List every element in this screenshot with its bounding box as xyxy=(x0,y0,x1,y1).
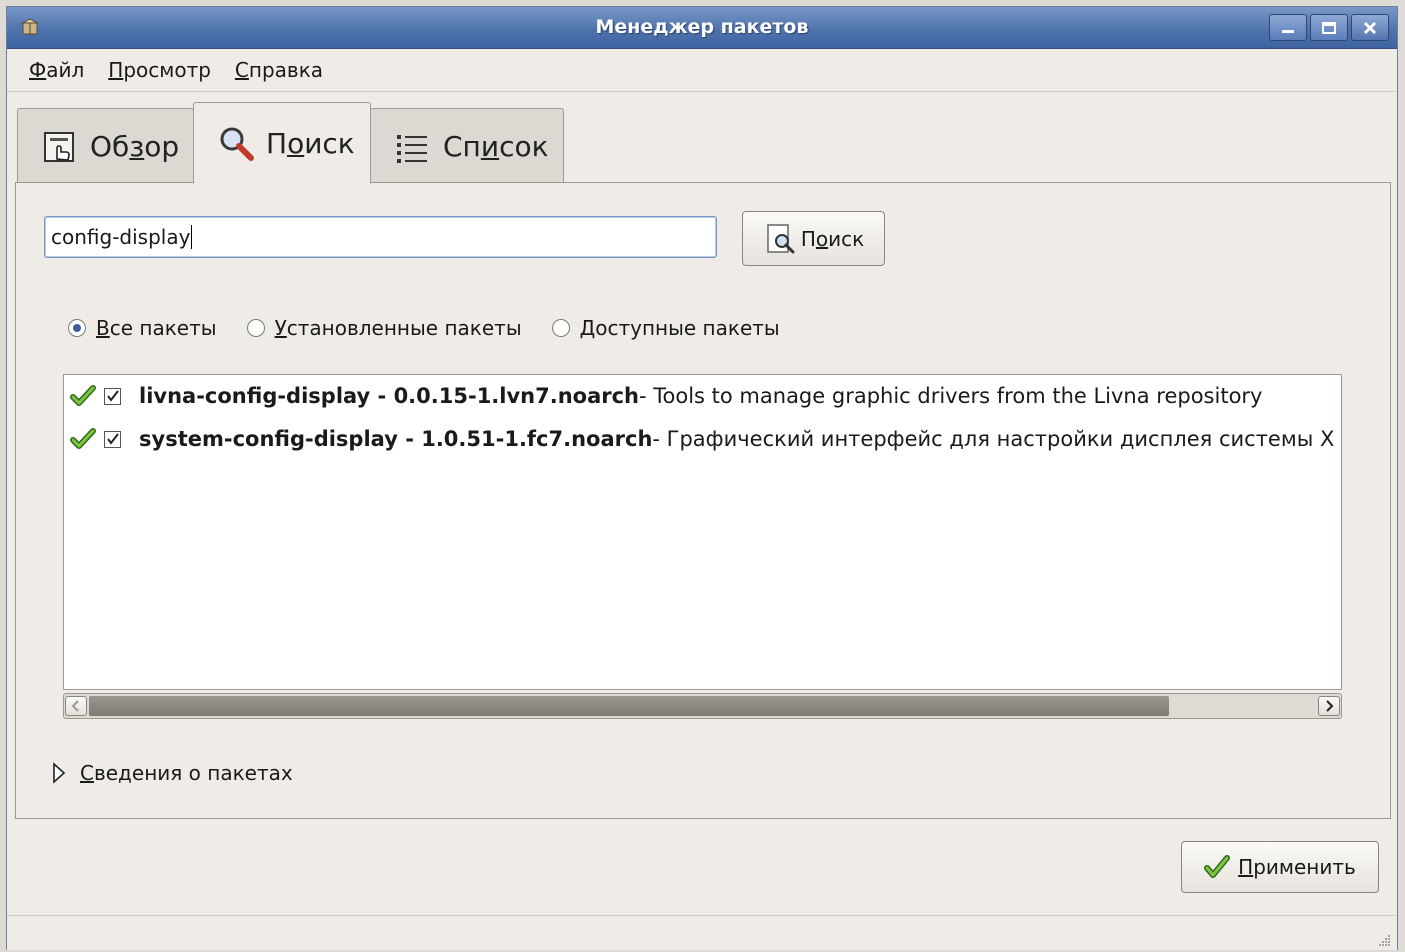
search-button-label: Поиск xyxy=(801,227,864,251)
menu-file-label: айл xyxy=(46,58,85,82)
package-list[interactable]: livna-config-display - 0.0.15-1.lvn7.noa… xyxy=(63,374,1342,690)
menu-view-label: росмотр xyxy=(123,58,211,82)
menu-view-mnemonic: П xyxy=(108,58,124,82)
menu-help-label: правка xyxy=(248,58,324,82)
radio-installed-mnemonic: У xyxy=(274,316,287,340)
radio-available-packages[interactable]: Доступные пакеты xyxy=(551,316,780,340)
checkmark-icon xyxy=(107,432,119,445)
package-checkbox[interactable] xyxy=(104,387,121,405)
minimize-icon xyxy=(1282,29,1294,33)
apply-text: рименить xyxy=(1253,855,1356,879)
search-input-value: config-display xyxy=(51,225,191,249)
radio-installed-label: Установленные пакеты xyxy=(275,316,522,340)
menu-bar: Файл Просмотр Справка xyxy=(7,49,1397,92)
search-input[interactable]: config-display xyxy=(44,216,717,258)
radio-all-label: Все пакеты xyxy=(96,316,217,340)
text-caret xyxy=(191,225,193,249)
radio-available-label: Доступные пакеты xyxy=(580,316,780,340)
radio-installed-text: становленные пакеты xyxy=(286,316,522,340)
tab-overview[interactable]: Обзор xyxy=(17,108,194,184)
radio-all-indicator[interactable] xyxy=(68,319,86,337)
tab-search-label: Поиск xyxy=(266,127,355,160)
horizontal-scrollbar[interactable] xyxy=(63,693,1342,719)
tab-list-label-start: Сп xyxy=(443,130,481,163)
package-filter: Все пакеты Установленные пакеты Доступны… xyxy=(68,316,810,340)
tab-search-label-end: иск xyxy=(304,126,355,160)
menu-help[interactable]: Справка xyxy=(235,58,323,82)
list-item[interactable]: system-config-display - 1.0.51-1.fc7.noa… xyxy=(70,424,1341,454)
search-button-mnemonic: о xyxy=(815,226,829,251)
apply-button-label: Применить xyxy=(1238,855,1356,879)
tab-list-label-end: сок xyxy=(499,130,549,163)
radio-available-text: оступные пакеты xyxy=(595,316,780,340)
tab-overview-label: Обзор xyxy=(90,130,179,163)
overview-icon xyxy=(44,131,74,162)
tab-list-mnemonic: и xyxy=(480,130,500,163)
close-button[interactable] xyxy=(1351,14,1389,41)
checkmark-icon xyxy=(107,389,119,402)
close-icon xyxy=(1363,21,1377,34)
tab-overview-label-start: Об xyxy=(90,130,130,163)
chevron-right-icon xyxy=(1326,700,1334,712)
radio-installed-packages[interactable]: Установленные пакеты xyxy=(246,316,522,340)
apply-button[interactable]: Применить xyxy=(1181,841,1379,893)
installed-check-icon xyxy=(70,385,96,406)
tab-list-label: Список xyxy=(443,130,549,163)
installed-check-icon xyxy=(70,428,96,449)
apply-check-icon xyxy=(1204,855,1231,878)
radio-all-packages[interactable]: Все пакеты xyxy=(68,316,217,340)
package-manager-window: Менеджер пакетов Файл Просмотр Справка О… xyxy=(6,6,1398,950)
resize-grip-icon[interactable] xyxy=(1375,932,1391,948)
search-button-label-start: П xyxy=(800,226,816,251)
search-button[interactable]: Поиск xyxy=(742,211,885,266)
radio-available-mnemonic: Д xyxy=(579,316,596,340)
radio-installed-indicator[interactable] xyxy=(246,319,265,337)
package-checkbox[interactable] xyxy=(104,430,121,448)
tab-search[interactable]: Поиск xyxy=(193,102,371,184)
package-details-text: ведения о пакетах xyxy=(93,761,293,785)
package-details-label: Сведения о пакетах xyxy=(80,761,293,785)
package-details-mnemonic: С xyxy=(80,761,94,785)
apply-mnemonic: П xyxy=(1238,855,1254,879)
tab-search-mnemonic: о xyxy=(287,126,305,160)
tab-list[interactable]: Список xyxy=(370,108,564,184)
scrollbar-thumb[interactable] xyxy=(89,696,1169,716)
minimize-button[interactable] xyxy=(1269,14,1307,41)
search-panel: config-display Поиск Все пакеты Установл… xyxy=(15,182,1391,819)
chevron-left-icon xyxy=(71,700,79,712)
menu-help-mnemonic: С xyxy=(234,58,249,82)
maximize-button[interactable] xyxy=(1310,14,1348,41)
tab-overview-mnemonic: з xyxy=(129,130,145,163)
package-details-expander[interactable]: Сведения о пакетах xyxy=(52,761,293,785)
status-bar xyxy=(7,915,1397,952)
scroll-right-button[interactable] xyxy=(1318,696,1340,716)
package-name: livna-config-display - 0.0.15-1.lvn7.noa… xyxy=(139,384,640,408)
menu-file-mnemonic: Ф xyxy=(29,58,47,82)
radio-all-mnemonic: В xyxy=(96,316,110,340)
package-description: - Tools to manage graphic drivers from t… xyxy=(639,384,1263,408)
title-bar[interactable]: Менеджер пакетов xyxy=(7,7,1397,49)
package-description: - Графический интерфейс для настройки ди… xyxy=(652,427,1341,451)
expander-arrow-icon xyxy=(53,762,66,784)
find-icon xyxy=(767,223,795,253)
tab-search-label-start: П xyxy=(266,126,288,160)
scroll-left-button[interactable] xyxy=(65,696,87,716)
menu-file[interactable]: Файл xyxy=(29,58,84,82)
list-item[interactable]: livna-config-display - 0.0.15-1.lvn7.noa… xyxy=(70,381,1262,411)
maximize-icon xyxy=(1322,21,1336,34)
list-icon xyxy=(397,134,427,163)
package-name: system-config-display - 1.0.51-1.fc7.noa… xyxy=(139,427,653,451)
magnifier-icon xyxy=(220,127,254,161)
menu-view[interactable]: Просмотр xyxy=(108,58,211,82)
radio-available-indicator[interactable] xyxy=(551,319,570,337)
radio-all-text: се пакеты xyxy=(109,316,217,340)
window-title: Менеджер пакетов xyxy=(595,16,809,38)
tab-overview-label-end: ор xyxy=(144,130,180,163)
search-button-label-end: иск xyxy=(828,226,865,251)
